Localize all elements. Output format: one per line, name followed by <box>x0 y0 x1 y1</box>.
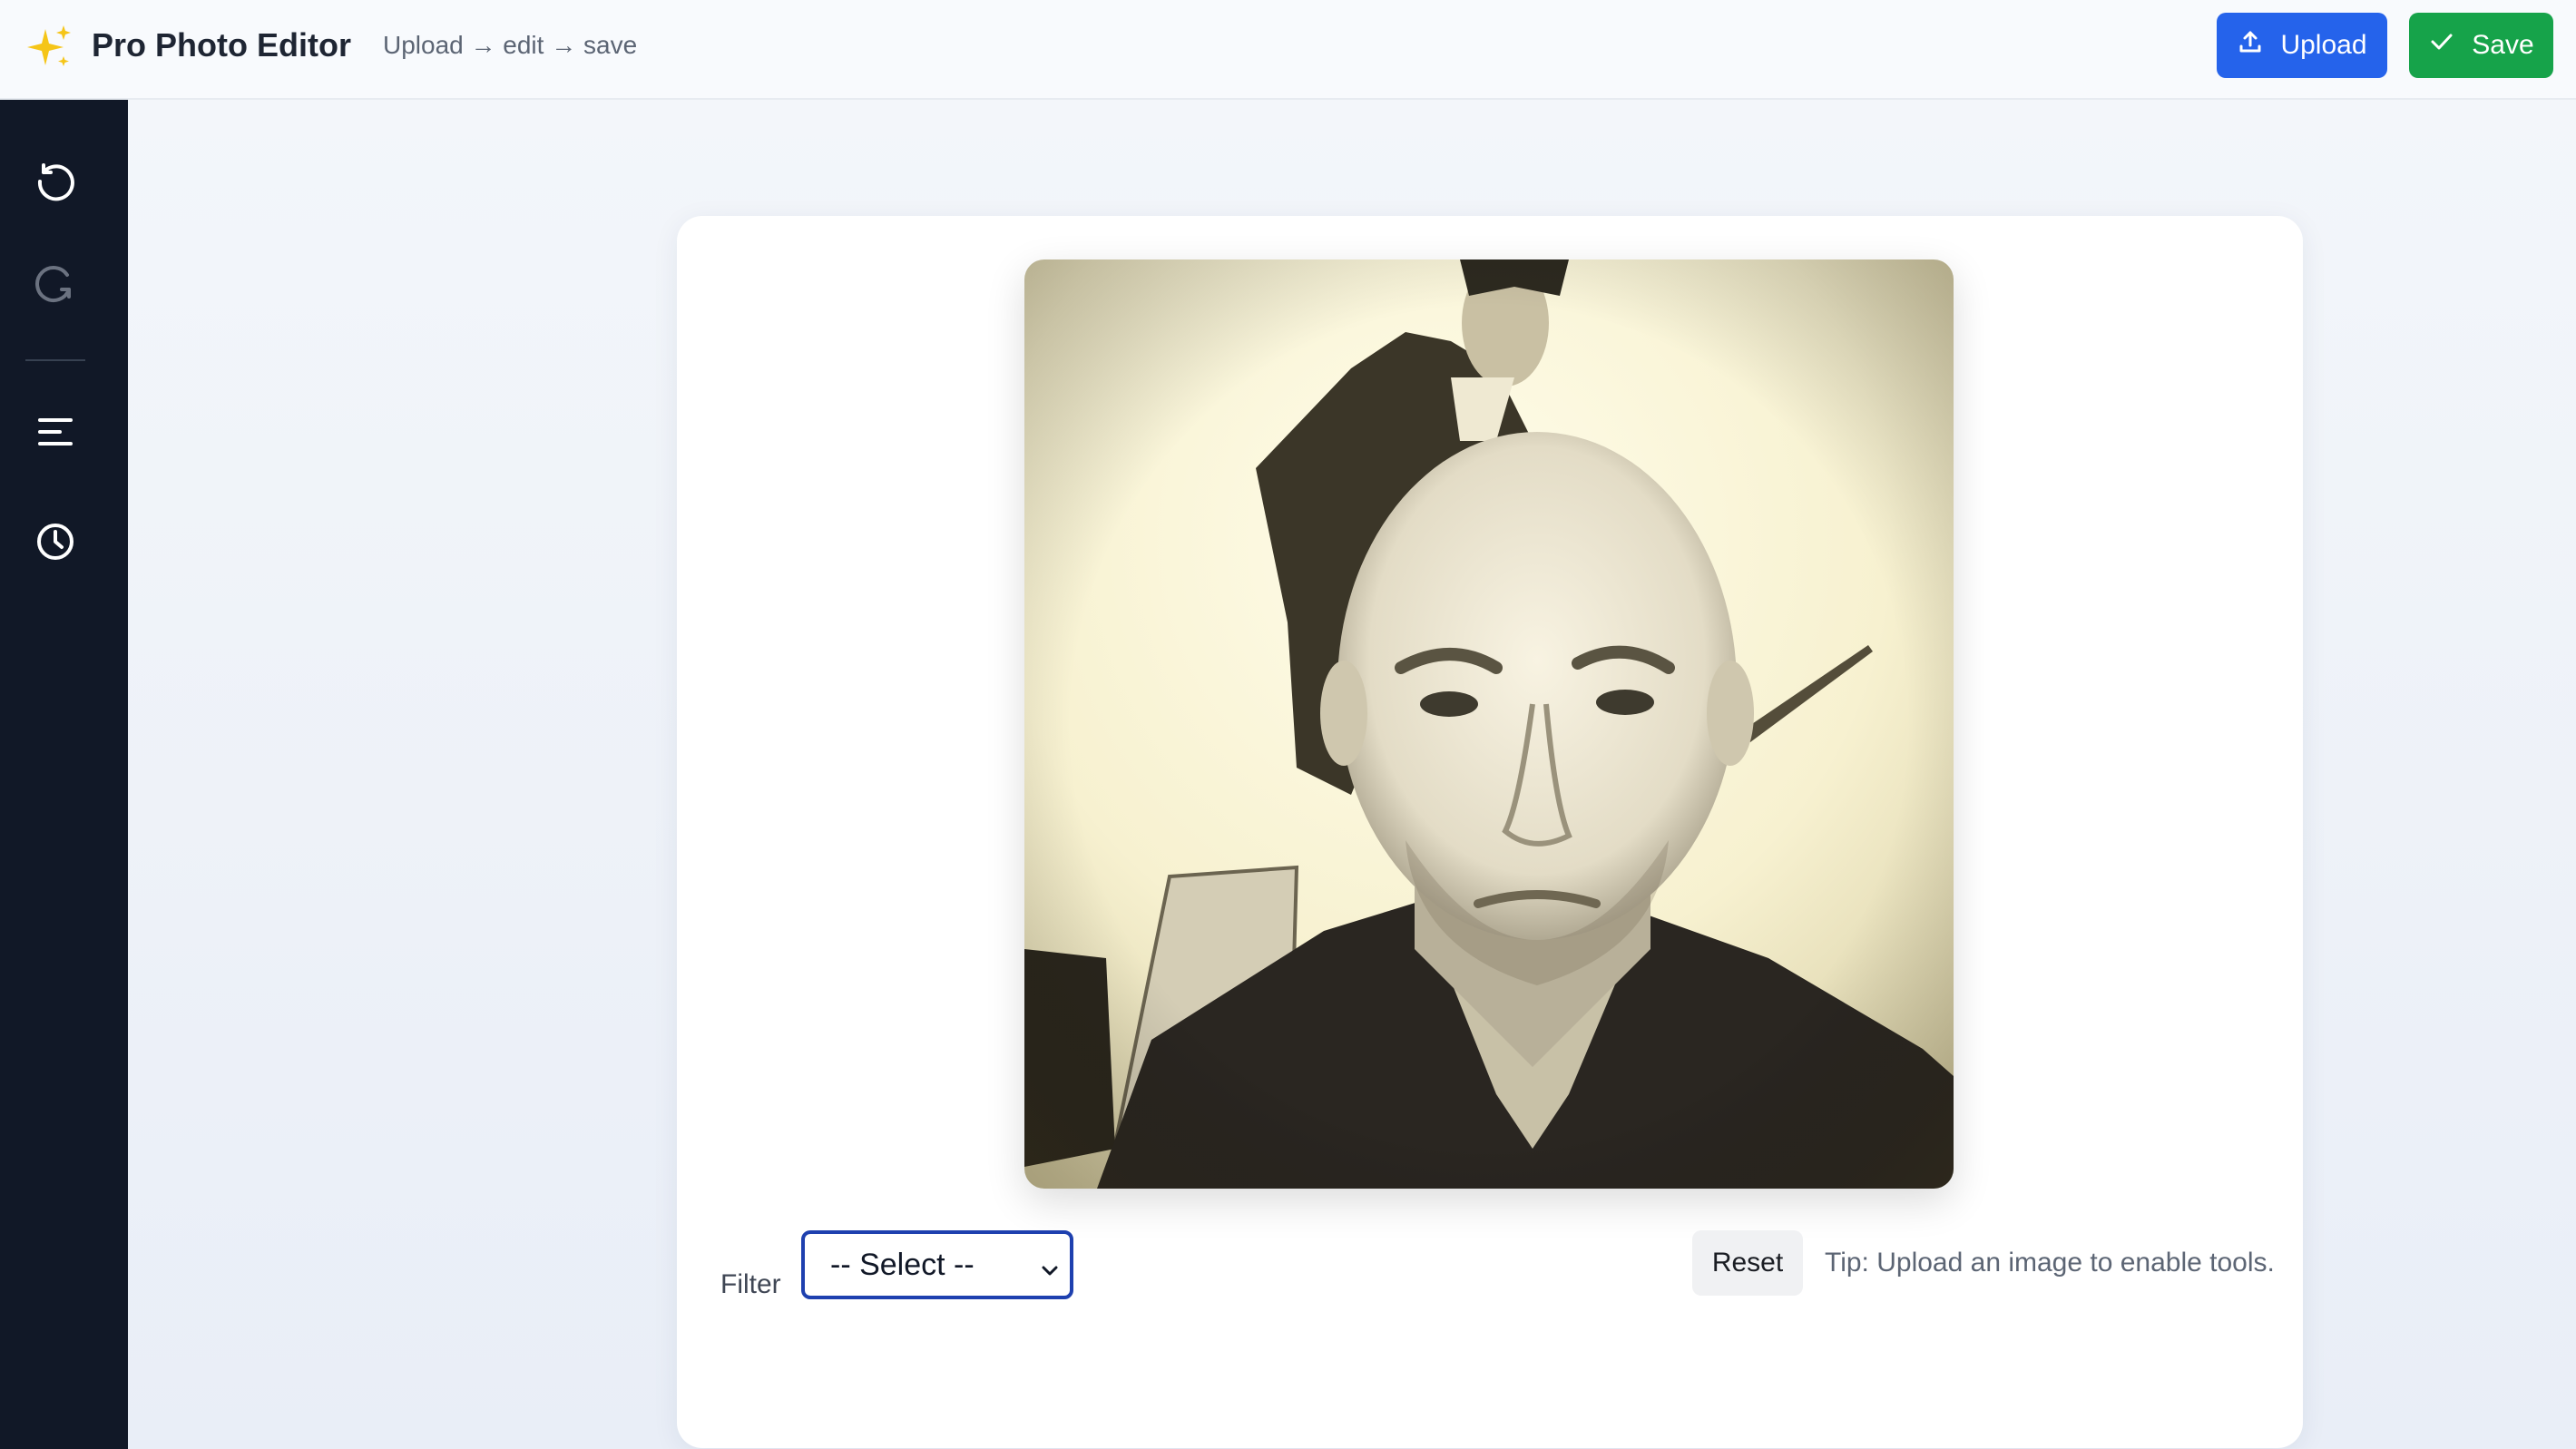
upload-button-label: Upload <box>2280 30 2367 60</box>
chevron-down-icon <box>1039 1254 1061 1276</box>
tool-sidebar <box>0 100 128 1449</box>
filter-select-value: -- Select -- <box>830 1247 975 1282</box>
rotate-right-button[interactable] <box>27 257 83 313</box>
filter-select[interactable]: -- Select -- <box>801 1230 1073 1299</box>
sidebar-divider <box>25 359 85 361</box>
upload-button[interactable]: Upload <box>2217 13 2387 78</box>
app-title: Pro Photo Editor <box>92 26 351 64</box>
upload-icon <box>2237 28 2264 63</box>
app-subtitle: Upload → edit → save <box>383 31 638 59</box>
editor-card: Filter -- Select -- Reset Tip: Upload an… <box>677 216 2303 1448</box>
check-icon <box>2428 28 2455 63</box>
history-button[interactable] <box>27 515 83 572</box>
tip-text: Tip: Upload an image to enable tools. <box>1825 1248 2275 1278</box>
editor-area: Filter -- Select -- Reset Tip: Upload an… <box>128 100 2576 1449</box>
top-bar: Pro Photo Editor Upload → edit → save Up… <box>0 0 2576 100</box>
align-left-icon <box>34 411 76 457</box>
photo-canvas[interactable] <box>1024 259 1954 1189</box>
save-button-label: Save <box>2472 30 2534 60</box>
rotate-left-button[interactable] <box>27 154 83 210</box>
save-button[interactable]: Save <box>2409 13 2553 78</box>
sparkles-icon <box>24 22 74 73</box>
reset-button[interactable]: Reset <box>1692 1230 1803 1296</box>
rotate-right-icon <box>34 262 76 308</box>
filter-label: Filter <box>720 1269 781 1299</box>
align-button[interactable] <box>27 406 83 462</box>
clock-icon <box>34 521 76 567</box>
rotate-left-icon <box>34 160 76 206</box>
